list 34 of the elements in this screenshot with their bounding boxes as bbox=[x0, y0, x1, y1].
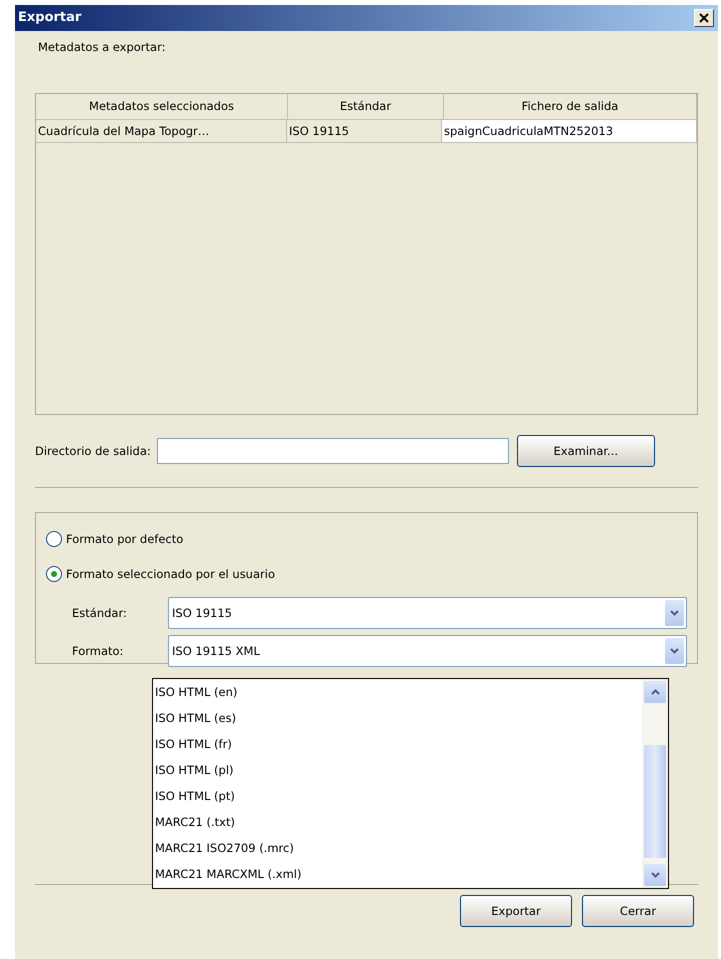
scrollbar[interactable] bbox=[642, 679, 668, 888]
field-label: Directorio de salida: bbox=[35, 443, 151, 459]
close-button[interactable] bbox=[694, 9, 714, 27]
format-dropdown[interactable]: ISO 19115 XML bbox=[168, 635, 687, 667]
standard-dropdown[interactable]: ISO 19115 bbox=[168, 597, 687, 629]
column-header[interactable]: Fichero de salida bbox=[444, 94, 697, 120]
browse-button[interactable]: Examinar... bbox=[516, 435, 655, 467]
radio-label: Formato por defecto bbox=[66, 531, 184, 547]
radio-label: Formato seleccionado por el usuario bbox=[66, 566, 275, 582]
section-label: Metadatos a exportar: bbox=[38, 39, 166, 55]
scroll-up-icon[interactable] bbox=[644, 681, 666, 703]
dialog-button[interactable]: Exportar bbox=[460, 895, 572, 927]
column-header[interactable]: Estándar bbox=[288, 94, 444, 120]
radio-button[interactable] bbox=[46, 566, 62, 582]
directory-field[interactable] bbox=[156, 438, 509, 464]
scroll-down-icon[interactable] bbox=[644, 864, 666, 886]
dropdown-option[interactable]: MARC21 ISO2709 (.mrc) bbox=[153, 835, 642, 861]
radio-button[interactable] bbox=[46, 531, 62, 547]
dropdown-option[interactable]: ISO HTML (fr) bbox=[153, 731, 642, 757]
close-icon bbox=[698, 12, 710, 24]
dropdown-option[interactable]: MARC21 (.txt) bbox=[153, 809, 642, 835]
dropdown-option[interactable]: ISO HTML (pl) bbox=[153, 757, 642, 783]
table-cell: spaignCuadriculaMTN252013 bbox=[442, 120, 697, 143]
dropdown-option[interactable]: ISO HTML (pt) bbox=[153, 783, 642, 809]
dropdown-option[interactable]: MARC21 MARCXML (.xml) bbox=[153, 861, 642, 887]
field-label: Formato: bbox=[71, 643, 124, 659]
field-label: Estándar: bbox=[71, 605, 128, 621]
table-cell: Cuadrícula del Mapa Topogr… bbox=[36, 120, 287, 143]
dialog-button[interactable]: Cerrar bbox=[582, 895, 694, 927]
dropdown-option[interactable]: ISO HTML (en) bbox=[153, 679, 642, 705]
scroll-thumb[interactable] bbox=[644, 745, 666, 858]
window-title: Exportar bbox=[18, 10, 82, 26]
dropdown-option[interactable]: ISO HTML (es) bbox=[153, 705, 642, 731]
column-header[interactable]: Metadatos seleccionados bbox=[36, 94, 288, 120]
